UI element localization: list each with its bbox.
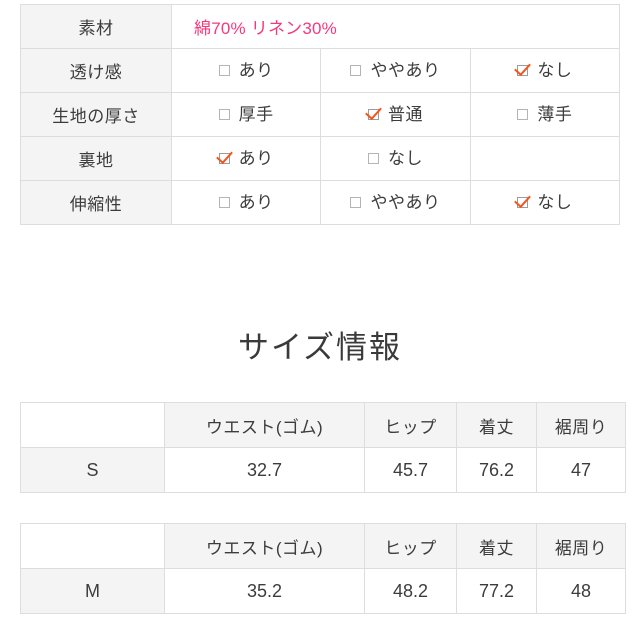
cell-waist: 35.2 <box>164 568 365 614</box>
cell-hip: 48.2 <box>364 568 457 614</box>
column-header-hip: ヒップ <box>364 523 457 569</box>
cell-length: 76.2 <box>456 447 537 493</box>
checkbox-unchecked-icon[interactable] <box>517 108 529 120</box>
spec-row-label: 素材 <box>20 4 172 49</box>
spec-option-cell[interactable]: なし <box>320 136 471 181</box>
spec-option-cell[interactable]: 普通 <box>320 92 471 137</box>
spec-row-label: 裏地 <box>20 136 172 181</box>
option-label: あり <box>238 60 274 80</box>
table-row: 透け感 あり ややあり なし <box>20 48 621 93</box>
spec-option-cell[interactable]: あり <box>170 180 322 225</box>
spec-option-cell[interactable]: なし <box>469 180 621 225</box>
option-label: なし <box>537 192 573 212</box>
option-label: なし <box>387 148 423 168</box>
size-label: S <box>20 447 165 493</box>
column-header-length: 着丈 <box>456 402 537 448</box>
table-row: 素材 綿70% リネン30% <box>20 4 620 49</box>
cell-waist: 32.7 <box>164 447 365 493</box>
option-label: ややあり <box>370 60 441 80</box>
table-header-row: ウエスト(ゴム) ヒップ 着丈 裾周り <box>20 402 626 448</box>
column-header-hem: 裾周り <box>536 523 626 569</box>
table-row: 裏地 あり なし <box>20 136 621 181</box>
spec-row-label: 透け感 <box>20 48 172 93</box>
spec-option-cell-empty <box>469 136 621 181</box>
checkbox-checked-icon[interactable] <box>517 196 529 208</box>
spec-option-cell[interactable]: ややあり <box>320 48 471 93</box>
material-value: 綿70% リネン30% <box>171 4 620 49</box>
checkbox-unchecked-icon[interactable] <box>350 196 362 208</box>
size-table-m: ウエスト(ゴム) ヒップ 着丈 裾周り M 35.2 48.2 77.2 48 <box>20 523 626 614</box>
option-label: ややあり <box>370 192 441 212</box>
size-table-s: ウエスト(ゴム) ヒップ 着丈 裾周り S 32.7 45.7 76.2 47 <box>20 402 626 493</box>
cell-hem: 48 <box>536 568 626 614</box>
spec-option-cell[interactable]: ややあり <box>320 180 471 225</box>
table-row: 伸縮性 あり ややあり なし <box>20 180 621 225</box>
spec-option-cell[interactable]: 薄手 <box>469 92 621 137</box>
page-title: サイズ情報 <box>237 330 403 365</box>
option-label: なし <box>537 60 573 80</box>
option-label: 厚手 <box>238 104 274 124</box>
product-detail-page: 素材 綿70% リネン30% 透け感 あり ややあり なし 生地の厚さ 厚手 普… <box>0 0 640 640</box>
checkbox-checked-icon[interactable] <box>218 152 230 164</box>
checkbox-checked-icon[interactable] <box>517 64 529 76</box>
fabric-spec-table: 素材 綿70% リネン30% 透け感 あり ややあり なし 生地の厚さ 厚手 普… <box>20 4 621 225</box>
column-header-hip: ヒップ <box>364 402 457 448</box>
option-label: 薄手 <box>537 104 573 124</box>
table-header-row: ウエスト(ゴム) ヒップ 着丈 裾周り <box>20 523 626 569</box>
column-header-waist: ウエスト(ゴム) <box>164 402 365 448</box>
cell-length: 77.2 <box>456 568 537 614</box>
table-row: S 32.7 45.7 76.2 47 <box>20 447 626 493</box>
spec-row-label: 生地の厚さ <box>20 92 172 137</box>
column-header-length: 着丈 <box>456 523 537 569</box>
checkbox-unchecked-icon[interactable] <box>218 108 230 120</box>
column-header-waist: ウエスト(ゴム) <box>164 523 365 569</box>
checkbox-unchecked-icon[interactable] <box>218 196 230 208</box>
spec-option-cell[interactable]: あり <box>170 48 322 93</box>
size-table-corner <box>20 523 165 569</box>
option-label: あり <box>238 192 274 212</box>
spec-option-cell[interactable]: なし <box>469 48 621 93</box>
cell-hip: 45.7 <box>364 447 457 493</box>
table-row: 生地の厚さ 厚手 普通 薄手 <box>20 92 621 137</box>
checkbox-unchecked-icon[interactable] <box>218 64 230 76</box>
checkbox-unchecked-icon[interactable] <box>350 64 362 76</box>
spec-option-cell[interactable]: 厚手 <box>170 92 322 137</box>
column-header-hem: 裾周り <box>536 402 626 448</box>
table-row: M 35.2 48.2 77.2 48 <box>20 568 626 614</box>
spec-option-cell[interactable]: あり <box>170 136 322 181</box>
option-label: 普通 <box>387 104 423 124</box>
checkbox-unchecked-icon[interactable] <box>367 152 379 164</box>
size-label: M <box>20 568 165 614</box>
option-label: あり <box>238 148 274 168</box>
cell-hem: 47 <box>536 447 626 493</box>
size-table-corner <box>20 402 165 448</box>
checkbox-checked-icon[interactable] <box>367 108 379 120</box>
spec-row-label: 伸縮性 <box>20 180 172 225</box>
